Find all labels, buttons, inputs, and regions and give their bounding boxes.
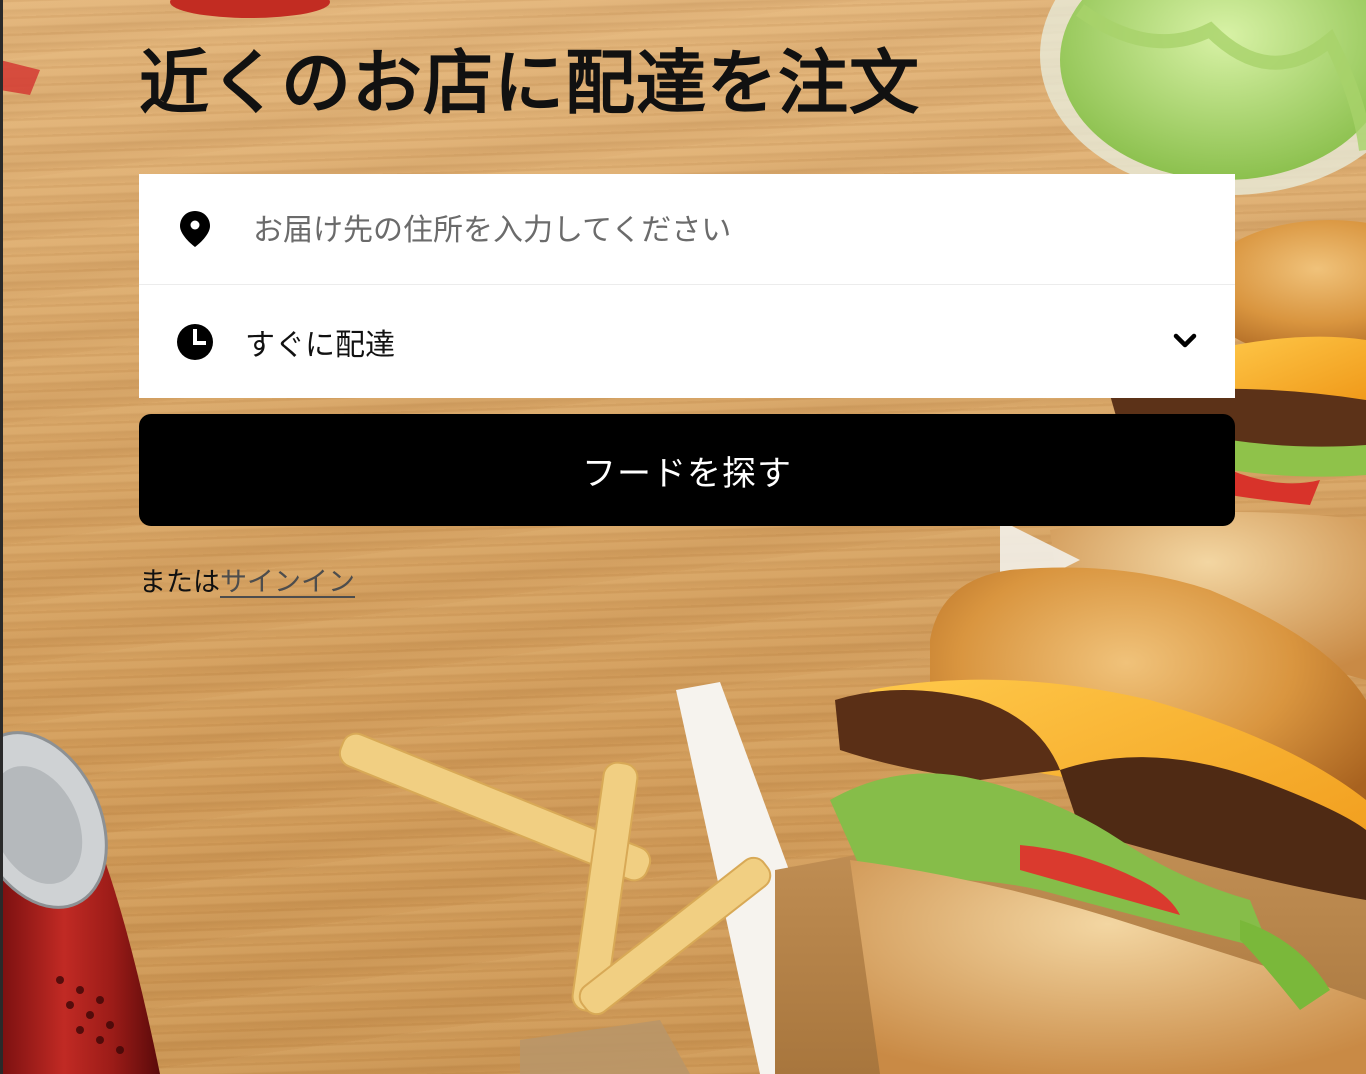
signin-prefix: または [139, 567, 220, 598]
signin-link[interactable]: サインイン [220, 567, 355, 598]
location-pin-icon [175, 209, 215, 249]
food-background-image [0, 0, 1366, 1074]
delivery-form: すぐに配達 [139, 174, 1235, 398]
address-input[interactable] [251, 204, 1195, 256]
delivery-time-select[interactable]: すぐに配達 [139, 286, 1235, 398]
window-edge [0, 0, 3, 1074]
page-title: 近くのお店に配達を注文 [139, 42, 920, 124]
signin-prompt: またはサインイン [139, 560, 355, 599]
find-food-button[interactable]: フードを探す [139, 414, 1235, 526]
delivery-time-label: すぐに配達 [245, 328, 395, 363]
chevron-down-icon[interactable] [1171, 326, 1199, 354]
clock-icon [175, 322, 215, 362]
landing-hero: 近くのお店に配達を注文 すぐに配達 [0, 0, 1366, 1074]
address-row [139, 174, 1235, 285]
